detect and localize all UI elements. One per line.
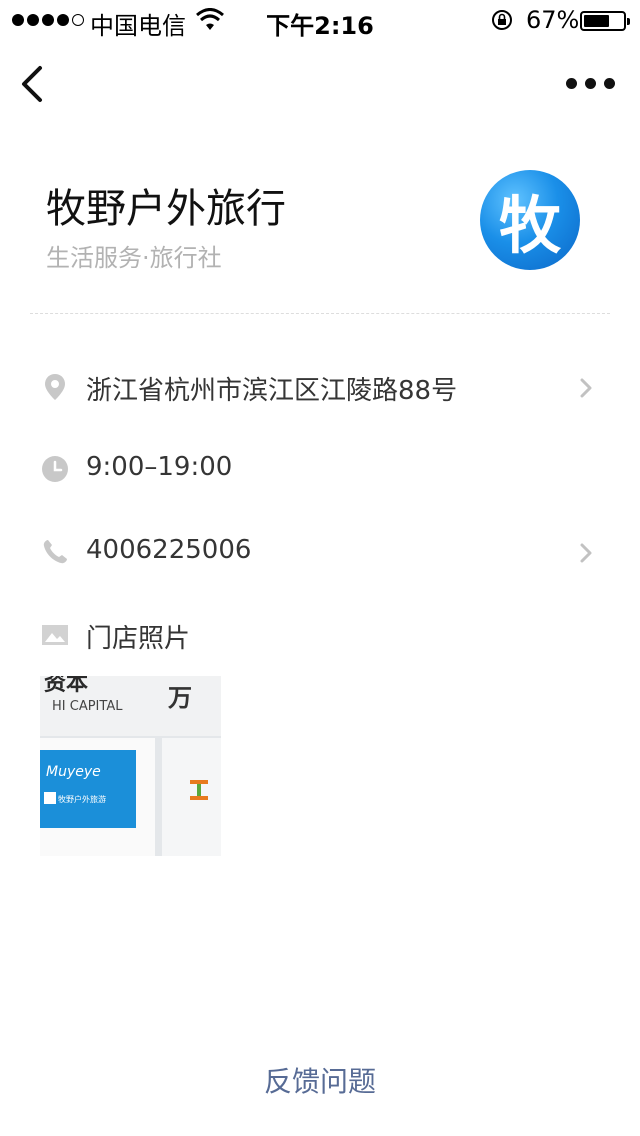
battery-icon: [580, 11, 630, 31]
sign-store-text: 牧野户外旅游: [58, 794, 106, 804]
phone-icon: [43, 540, 67, 564]
more-dots-icon: [565, 77, 577, 89]
clock-icon: [42, 456, 68, 482]
rotation-lock-icon: [492, 10, 512, 30]
wall-sign-text: 资本: [44, 676, 88, 696]
store-name: 牧野户外旅行: [46, 186, 286, 232]
store-photo-thumbnail[interactable]: 资本 HI CAPITAL 万 Muyeye 牧野户外旅游: [40, 676, 221, 856]
hours-row: 9:00–19:00: [0, 434, 640, 504]
more-options-button[interactable]: [560, 68, 620, 98]
phone-row[interactable]: 4006225006: [0, 517, 640, 587]
image-icon: [42, 625, 68, 645]
phone-number-text: 4006225006: [86, 535, 252, 565]
wall-sign-text-2: 万: [168, 684, 192, 712]
feedback-link[interactable]: 反馈问题: [0, 1060, 640, 1100]
navigation-bar: [0, 40, 640, 128]
battery-percentage: 67%: [526, 6, 580, 34]
wall-capital-text: HI CAPITAL: [52, 699, 123, 714]
store-photos-row: 门店照片: [0, 600, 640, 670]
store-logo-text: 牧: [498, 189, 561, 262]
back-button[interactable]: [14, 60, 54, 108]
store-photos-label: 门店照片: [86, 624, 191, 654]
chevron-right-icon: [580, 543, 592, 563]
store-logo: 牧: [480, 170, 580, 270]
location-pin-icon: [45, 374, 65, 400]
address-text: 浙江省杭州市滨江区江陵路88号: [86, 376, 458, 406]
sign-logo-text: Muyeye: [46, 764, 101, 780]
business-hours-text: 9:00–19:00: [86, 452, 233, 482]
store-photo-image: 资本 HI CAPITAL 万 Muyeye 牧野户外旅游: [40, 676, 221, 856]
divider: [30, 313, 610, 314]
chevron-right-icon: [580, 378, 592, 398]
store-category: 生活服务·旅行社: [46, 244, 222, 272]
status-bar: 中国电信 下午2:16 67%: [0, 0, 640, 40]
address-row[interactable]: 浙江省杭州市滨江区江陵路88号: [0, 352, 640, 422]
